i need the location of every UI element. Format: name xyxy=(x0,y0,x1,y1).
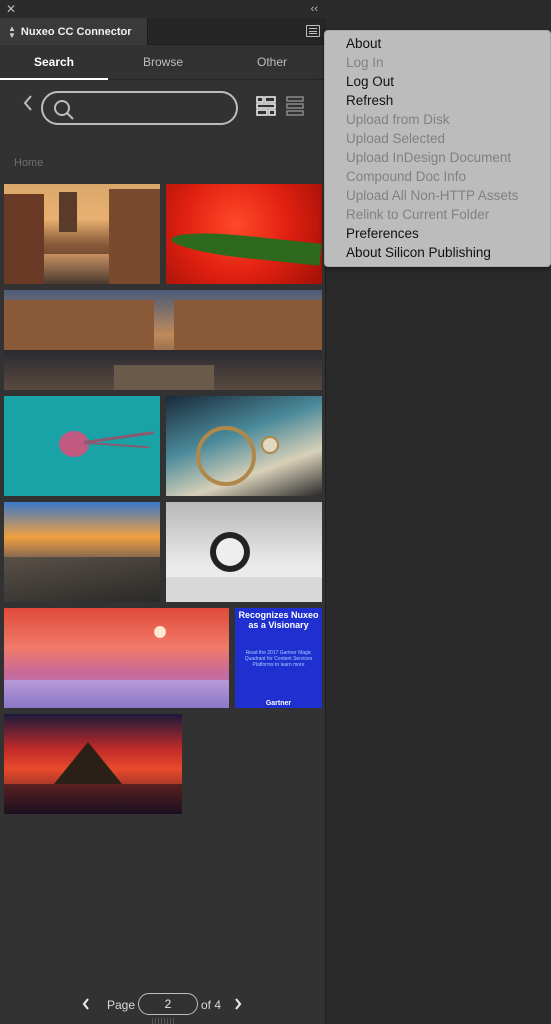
ad-body: Read the 2017 Gartner Magic Quadrant for… xyxy=(244,650,313,668)
menu-item-compound-doc-info: Compound Doc Info xyxy=(346,169,467,184)
menu-item-upload-selected: Upload Selected xyxy=(346,131,446,146)
thumb-bridge-warehouses-night[interactable] xyxy=(4,290,322,390)
page-total-label: of 4 xyxy=(201,998,222,1012)
panel-tab[interactable]: ▲ ▼ Nuxeo CC Connector xyxy=(0,18,148,45)
panel-top-strip: ✕ ‹‹ xyxy=(0,0,326,18)
thumb-red-flower-water-drops[interactable] xyxy=(166,184,322,284)
grid-view-icon[interactable] xyxy=(256,96,276,116)
connector-panel: ✕ ‹‹ ▲ ▼ Nuxeo CC Connector Search Browse… xyxy=(0,0,326,1024)
hamburger-icon xyxy=(309,28,317,29)
thumb-pink-winter-sunset-field[interactable] xyxy=(4,608,229,708)
pagination: Page of 4 xyxy=(0,992,326,1018)
page-number-input[interactable] xyxy=(138,993,198,1015)
collapse-icon[interactable]: ‹‹ xyxy=(311,2,318,16)
tab-other[interactable]: Other xyxy=(218,46,326,80)
reorder-arrows-icon: ▲ ▼ xyxy=(8,23,16,40)
menu-item-about-silicon-publishing[interactable]: About Silicon Publishing xyxy=(325,243,550,262)
back-chevron-icon[interactable] xyxy=(21,93,35,113)
nav-tabs: Search Browse Other xyxy=(0,46,326,80)
tab-browse[interactable]: Browse xyxy=(109,46,217,80)
panel-menu-button[interactable] xyxy=(306,25,320,37)
thumb-canal-warehouses-sunset[interactable] xyxy=(4,184,160,284)
thumb-jellyfish-turquoise-sea[interactable] xyxy=(4,396,160,496)
menu-item-relink-to-current-folder: Relink to Current Folder xyxy=(346,207,490,222)
resize-grip-icon[interactable] xyxy=(152,1018,174,1024)
close-icon[interactable]: ✕ xyxy=(6,2,16,16)
tab-search[interactable]: Search xyxy=(0,46,108,80)
page-label: Page xyxy=(107,998,136,1012)
search-input[interactable] xyxy=(83,97,228,119)
thumb-alarm-clock-desk[interactable] xyxy=(166,502,322,602)
thumb-mountain-red-sunset-reflection[interactable] xyxy=(4,714,182,814)
panel-flyout-menu: About Log In Log Out Refresh Upload from Dis… xyxy=(324,30,551,267)
next-page-icon[interactable] xyxy=(232,996,244,1012)
menu-item-upload-indesign-document: Upload InDesign Document xyxy=(346,150,512,165)
menu-item-upload-all-non-http-assets: Upload All Non-HTTP Assets xyxy=(346,188,519,203)
ad-headline: Recognizes Nuxeo as a Visionary xyxy=(238,610,319,630)
menu-item-about[interactable]: About xyxy=(325,34,550,53)
thumb-mountain-sunset-clouds[interactable] xyxy=(4,502,160,602)
menu-item-log-in: Log In xyxy=(346,55,384,70)
list-view-icon[interactable] xyxy=(286,96,304,116)
menu-item-log-out[interactable]: Log Out xyxy=(325,72,550,91)
menu-item-refresh[interactable]: Refresh xyxy=(325,91,550,110)
thumb-nuxeo-gartner-ad[interactable]: Recognizes Nuxeo as a Visionary Read the… xyxy=(235,608,322,708)
prev-page-icon[interactable] xyxy=(80,996,92,1012)
thumb-vintage-car-dashboard[interactable] xyxy=(166,396,322,496)
breadcrumb[interactable]: Home xyxy=(14,157,43,169)
menu-item-preferences[interactable]: Preferences xyxy=(325,224,550,243)
panel-tab-row: ▲ ▼ Nuxeo CC Connector xyxy=(0,18,326,45)
menu-item-upload-from-disk: Upload from Disk xyxy=(346,112,450,127)
search-field[interactable] xyxy=(41,91,238,125)
panel-title: Nuxeo CC Connector xyxy=(20,25,132,38)
ad-footer: Gartner xyxy=(265,700,292,707)
search-icon xyxy=(54,100,74,120)
